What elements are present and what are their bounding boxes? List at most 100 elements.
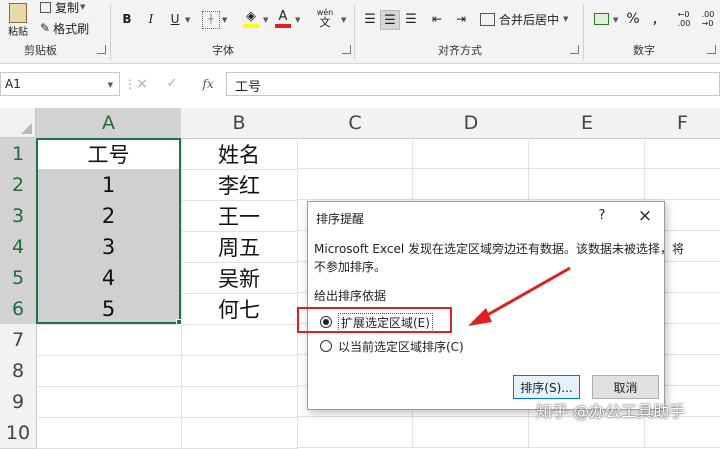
row-header-1[interactable]: 1	[0, 138, 37, 170]
cell-a5[interactable]: 4	[36, 262, 182, 294]
accounting-format-button[interactable]	[592, 10, 610, 28]
name-box[interactable]: A1 ▼	[0, 72, 120, 96]
row-header-4[interactable]: 4	[0, 231, 37, 263]
cell-a1[interactable]: 工号	[36, 138, 182, 170]
phonetic-button[interactable]: wén 文	[312, 6, 338, 30]
outdent-icon: ⇤	[431, 12, 443, 26]
cell-b7[interactable]	[181, 324, 298, 356]
chevron-down-icon[interactable]: ▼	[185, 16, 190, 24]
comma-button[interactable]: ,	[648, 8, 662, 27]
cell-b3[interactable]: 王一	[181, 200, 298, 232]
merge-center-button[interactable]: 合并后居中 ▼	[480, 10, 568, 28]
number-group-title: 数字	[633, 44, 655, 57]
bold-button[interactable]: B	[120, 10, 134, 28]
chevron-down-icon[interactable]: ▼	[108, 81, 113, 89]
percent-button[interactable]: %	[624, 10, 642, 28]
help-button[interactable]: ?	[594, 208, 610, 226]
divider	[354, 4, 355, 60]
divider	[583, 4, 584, 60]
cell-b8[interactable]	[181, 355, 298, 387]
cancel-button[interactable]: 取消	[592, 375, 659, 399]
cell-a6[interactable]: 5	[36, 293, 182, 325]
copy-button[interactable]: 复制 ▼	[40, 0, 85, 15]
paste-button[interactable]: 粘贴	[2, 2, 34, 38]
insert-function-button[interactable]: fx	[198, 74, 218, 94]
dialog-title: 排序提醒	[316, 212, 365, 226]
row-header-3[interactable]: 3	[0, 200, 37, 232]
clipboard-launcher-icon[interactable]	[97, 45, 106, 54]
chevron-down-icon[interactable]: ▼	[613, 16, 618, 24]
increase-decimal-icon: ←0.00	[677, 10, 691, 28]
underline-button[interactable]: U	[168, 10, 182, 28]
select-all-button[interactable]	[0, 108, 36, 138]
cell-a7[interactable]	[36, 324, 182, 356]
borders-button[interactable]: ┼	[202, 11, 220, 29]
chevron-down-icon[interactable]: ▼	[295, 16, 300, 24]
column-header-a[interactable]: A	[36, 108, 182, 140]
decrease-decimal-icon: .00 →0	[701, 10, 715, 28]
format-painter-label: 格式刷	[53, 21, 90, 36]
radio-unselected-icon[interactable]	[320, 340, 332, 352]
row-header-10[interactable]: 10	[0, 417, 37, 449]
align-left-icon: ☰	[364, 11, 376, 27]
chevron-down-icon[interactable]: ▼	[222, 16, 227, 24]
row-header-9[interactable]: 9	[0, 386, 37, 418]
column-header-e[interactable]: E	[529, 108, 646, 139]
number-launcher-icon[interactable]	[707, 45, 716, 54]
row-header-5[interactable]: 5	[0, 262, 37, 294]
decrease-decimal-button[interactable]: .00 →0	[698, 9, 718, 29]
align-left-button[interactable]: ☰	[361, 10, 379, 28]
cell-b4[interactable]: 周五	[181, 231, 298, 263]
format-painter-button[interactable]: ✎ 格式刷	[40, 20, 89, 36]
alignment-group-title: 对齐方式	[438, 44, 482, 57]
cell-b9[interactable]	[181, 386, 298, 418]
alignment-launcher-icon[interactable]	[570, 45, 579, 54]
cancel-entry-button[interactable]: ×	[134, 74, 150, 94]
red-arrow-icon	[468, 266, 571, 326]
cell-b2[interactable]: 李红	[181, 169, 298, 201]
cell-b1[interactable]: 姓名	[181, 138, 298, 170]
enter-button[interactable]: ✓	[164, 74, 180, 94]
font-launcher-icon[interactable]	[342, 45, 351, 54]
sort-button[interactable]: 排序(S)...	[513, 375, 580, 399]
currency-icon	[593, 13, 609, 25]
cell-a9[interactable]	[36, 386, 182, 418]
chevron-down-icon[interactable]: ▼	[263, 16, 268, 24]
align-right-button[interactable]: ☰	[402, 10, 420, 28]
cell-a10[interactable]	[36, 417, 182, 449]
row-header-2[interactable]: 2	[0, 169, 37, 201]
cell-a4[interactable]: 3	[36, 231, 182, 263]
option-current-selection[interactable]: 以当前选定区域排序(C)	[320, 336, 464, 356]
formula-input[interactable]: 工号	[226, 72, 720, 96]
chevron-down-icon[interactable]: ▼	[341, 16, 346, 24]
column-header-d[interactable]: D	[413, 108, 530, 139]
paste-label: 粘贴	[8, 26, 28, 38]
fill-color-button[interactable]: ◈	[242, 8, 260, 30]
column-header-c[interactable]: C	[297, 108, 414, 139]
cell-b10[interactable]	[181, 417, 298, 449]
column-header-f[interactable]: F	[645, 108, 720, 139]
font-color-button[interactable]: A	[274, 8, 292, 30]
column-header-b[interactable]: B	[181, 108, 298, 139]
increase-indent-button[interactable]: ⇥	[452, 10, 470, 28]
indent-icon: ⇥	[455, 12, 467, 26]
cell-a3[interactable]: 2	[36, 200, 182, 232]
cell-a8[interactable]	[36, 355, 182, 387]
font-color-bar	[275, 24, 291, 28]
increase-decimal-button[interactable]: ←0.00	[674, 9, 694, 29]
formula-bar-grip-icon[interactable]: ⋮	[124, 74, 136, 94]
cell-a2[interactable]: 1	[36, 169, 182, 201]
fill-handle[interactable]	[176, 319, 182, 325]
decrease-indent-button[interactable]: ⇤	[428, 10, 446, 28]
row-header-8[interactable]: 8	[0, 355, 37, 387]
row-header-6[interactable]: 6	[0, 293, 37, 325]
italic-button[interactable]: I	[144, 10, 158, 28]
copy-label: 复制	[55, 0, 80, 15]
cell-b5[interactable]: 吴新	[181, 262, 298, 294]
close-button[interactable]: ×	[636, 206, 654, 226]
row-header-7[interactable]: 7	[0, 324, 37, 356]
align-center-button[interactable]: ☰	[380, 10, 400, 30]
ribbon: 粘贴 复制 ▼ ✎ 格式刷 剪贴板 B I U ▼ ┼ ▼ ◈ ▼ A ▼ wé…	[0, 0, 720, 64]
formula-value: 工号	[235, 80, 262, 95]
cell-b6[interactable]: 何七	[181, 293, 298, 325]
